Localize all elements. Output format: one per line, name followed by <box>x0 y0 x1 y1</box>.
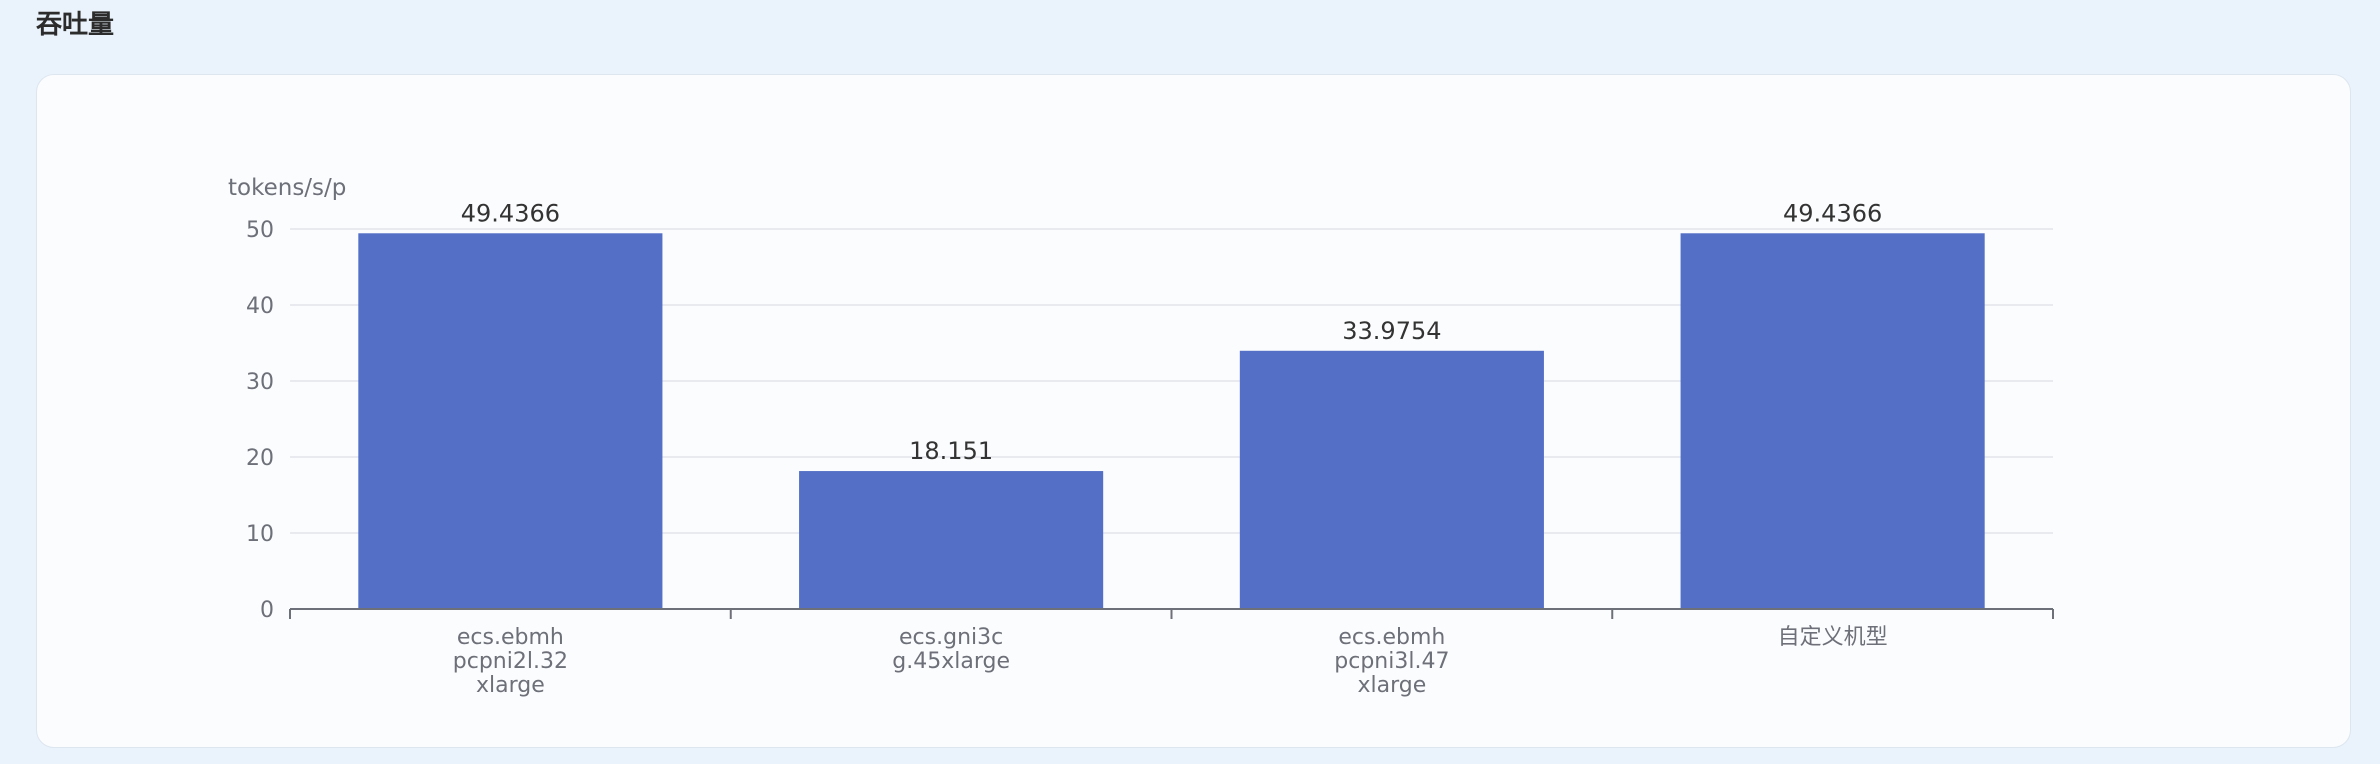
bar-layer <box>358 233 1985 609</box>
x-tick-label: xlarge <box>476 673 545 698</box>
x-tick-label: ecs.ebmh <box>1338 625 1445 650</box>
x-tick-label: g.45xlarge <box>892 649 1010 674</box>
x-tick-label: pcpni3l.47 <box>1334 649 1449 674</box>
x-tick-label: 自定义机型 <box>1778 625 1888 650</box>
x-tick-label: ecs.gni3c <box>899 625 1003 650</box>
y-tick-label: 30 <box>246 370 274 395</box>
bar[interactable] <box>1680 233 1985 609</box>
axis-layer <box>289 608 2054 619</box>
y-tick-label: 40 <box>246 294 274 319</box>
bar-value-label: 18.151 <box>909 437 993 465</box>
bar[interactable] <box>799 471 1104 609</box>
bar-value-label: 49.4366 <box>1783 199 1882 227</box>
y-axis-unit-label: tokens/s/p <box>228 175 346 201</box>
x-tick-label: pcpni2l.32 <box>453 649 568 674</box>
x-tick-label: xlarge <box>1357 673 1426 698</box>
bar-value-label: 49.4366 <box>461 199 560 227</box>
throughput-bar-chart: 0102030405049.4366ecs.ebmhpcpni2l.32xlar… <box>228 175 2054 698</box>
x-tick-label: ecs.ebmh <box>457 625 564 650</box>
y-tick-label: 50 <box>246 218 274 243</box>
bar-value-label: 33.9754 <box>1342 317 1441 345</box>
y-tick-label: 10 <box>246 522 274 547</box>
bar[interactable] <box>1239 350 1544 609</box>
y-tick-label: 20 <box>246 446 274 471</box>
bar[interactable] <box>358 233 663 609</box>
y-tick-label: 0 <box>260 598 274 623</box>
